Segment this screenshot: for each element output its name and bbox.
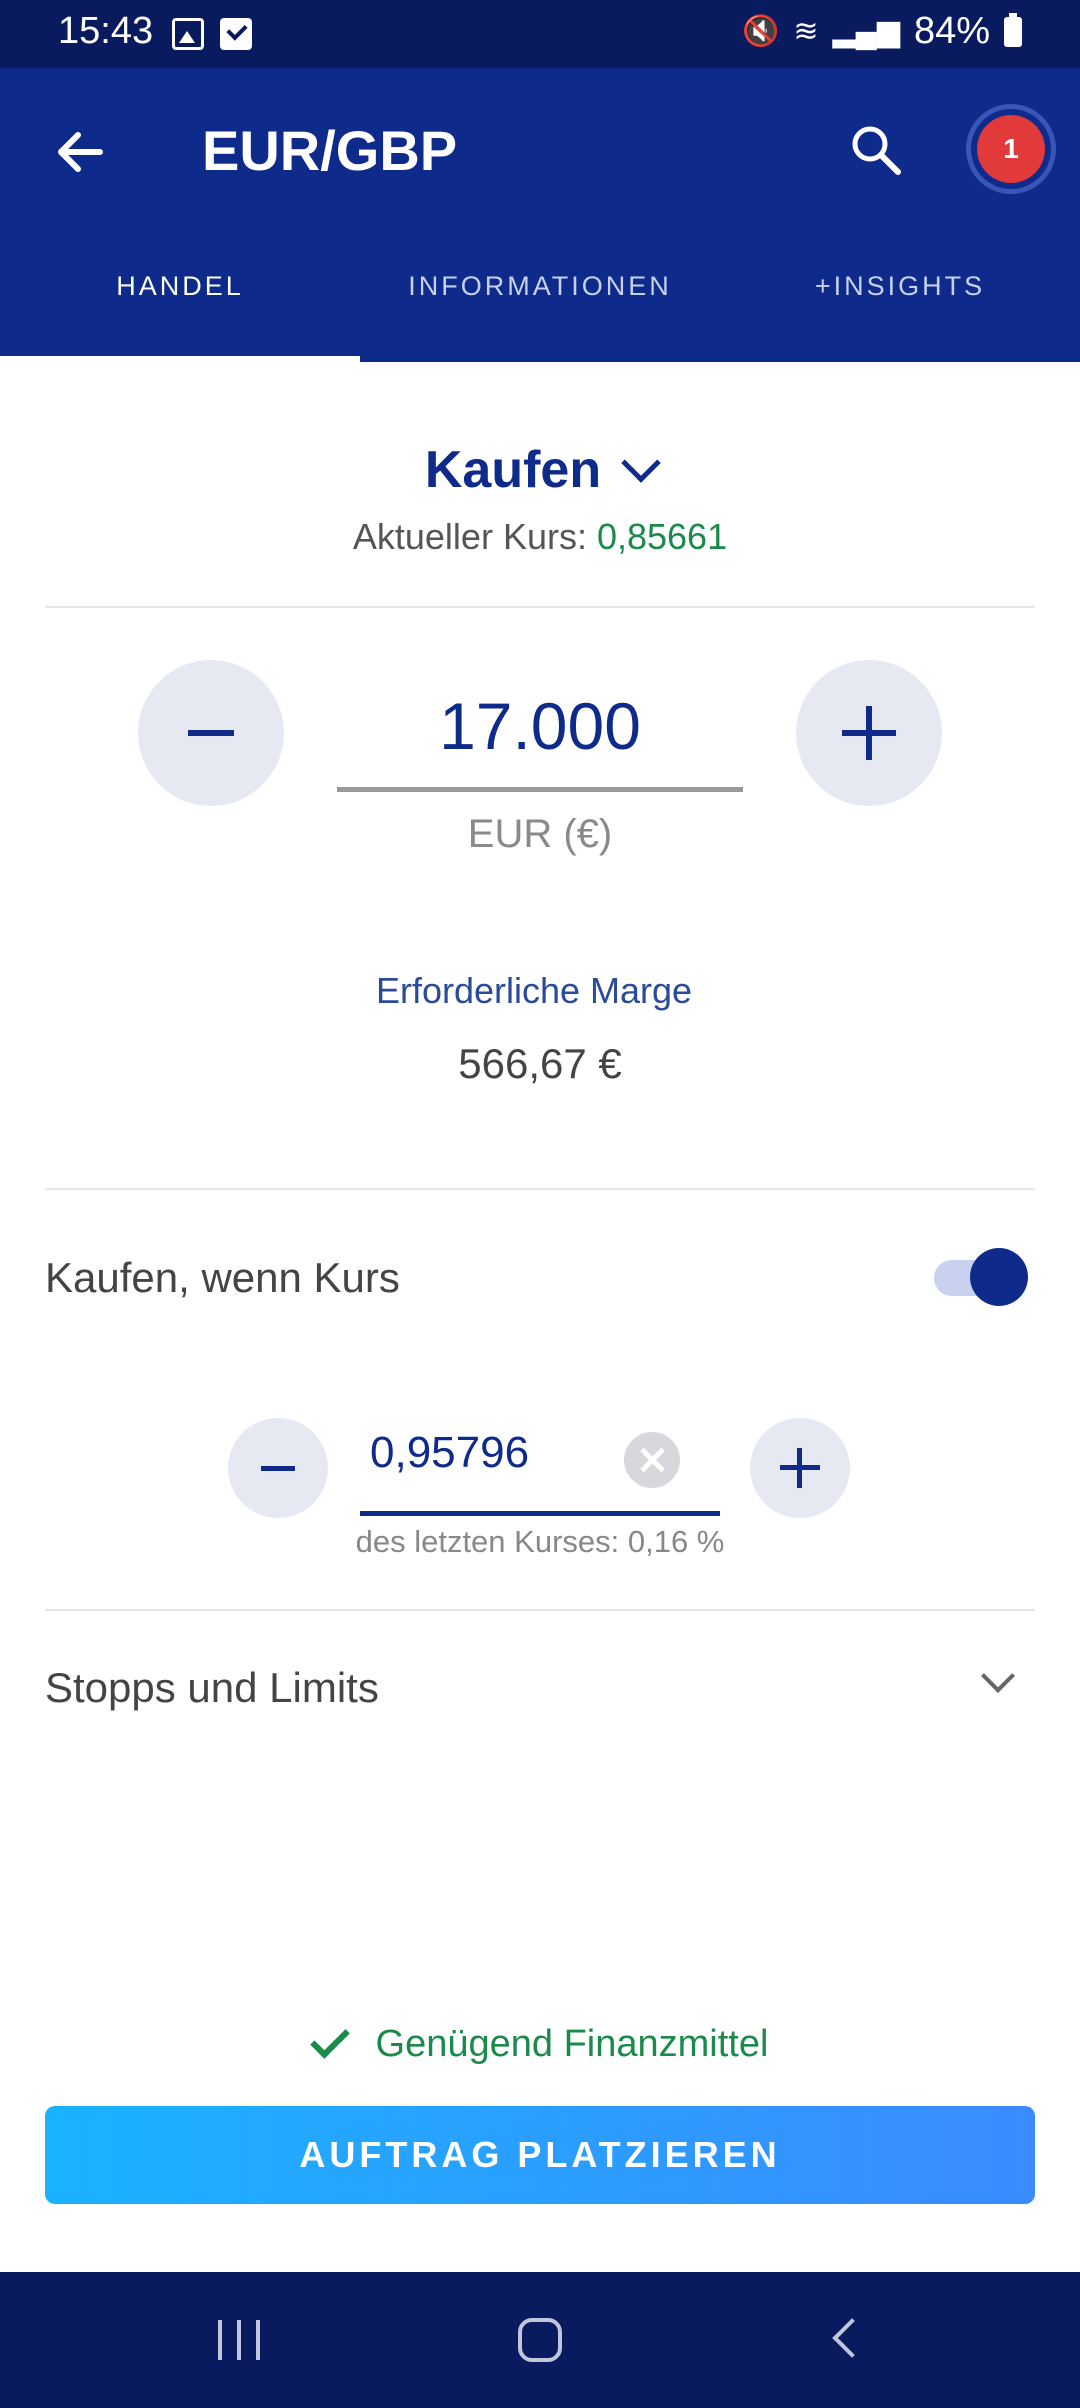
tab-bar: HANDEL INFORMATIONEN +INSIGHTS [0,230,1080,362]
margin-label: Erforderliche Marge [375,970,693,1011]
minus-icon [261,1465,295,1471]
notifications-button[interactable]: 1 [966,104,1056,194]
wifi-icon: ≋ [793,15,819,48]
funds-status-label: Genügend Finanzmittel [375,2022,769,2065]
margin-value: 566,67 € [458,1040,622,1087]
tab-insights[interactable]: +INSIGHTS [720,230,1080,362]
tab-handel[interactable]: HANDEL [0,230,360,362]
photo-icon [172,18,204,50]
current-rate-label: Aktueller Kurs: [352,516,597,557]
plus-icon [780,1448,820,1488]
limit-price-value: 0,95796 [370,1428,530,1477]
search-icon[interactable] [846,120,906,180]
nav-back-icon[interactable] [832,2318,872,2358]
place-order-button[interactable]: AUFTRAG PLATZIEREN [45,2106,1035,2204]
mute-icon: 🔇 [742,15,780,48]
direction-label: Kaufen [424,441,602,499]
status-bar: 15:43 🔇 ≋ ▂▄▆ 84% [0,0,1080,68]
current-rate-value: 0,85661 [596,516,728,557]
task-icon [220,18,252,50]
notification-count-badge: 1 [977,115,1045,183]
stops-and-limits-expander[interactable]: Stopps und Limits [0,1650,1080,1770]
divider [45,1188,1035,1190]
signal-icon: ▂▄▆ [832,15,900,48]
chevron-down-icon [981,1659,1015,1693]
amount-decrease-button[interactable] [138,660,284,806]
limit-decrease-button[interactable] [228,1418,328,1518]
direction-dropdown[interactable]: Kaufen [424,440,661,500]
home-icon[interactable] [518,2318,562,2362]
divider [45,1609,1035,1611]
tab-informationen[interactable]: INFORMATIONEN [360,230,720,362]
funds-status: Genügend Finanzmittel [0,2014,1080,2074]
direction-selector[interactable]: Kaufen [0,440,1080,500]
recents-icon[interactable] [218,2320,260,2360]
back-arrow-icon[interactable] [50,122,110,182]
chevron-down-icon [621,443,661,483]
minus-icon [188,730,234,736]
instrument-title: EUR/GBP [202,119,458,182]
amount-increase-button[interactable] [796,660,942,806]
limit-price-input[interactable]: 0,95796 [360,1420,720,1516]
stops-and-limits-label: Stopps und Limits [45,1664,379,1711]
battery-percent: 84% [913,10,990,52]
amount-currency: EUR (€) [467,812,613,856]
plus-icon [842,706,896,760]
toggle-knob [970,1248,1028,1306]
amount-input[interactable]: 17.000 [337,680,743,792]
clear-icon[interactable] [624,1432,680,1488]
status-indicators: 🔇 ≋ ▂▄▆ 84% [742,10,1022,53]
current-rate: Aktueller Kurs: 0,85661 [0,516,1080,558]
divider [45,606,1035,608]
battery-icon [1004,12,1022,47]
conditional-order-toggle[interactable] [932,1248,1028,1306]
status-time: 15:43 [58,10,154,52]
check-icon [309,2019,350,2059]
limit-hint: des letzten Kurses: 0,16 % [355,1524,725,1559]
limit-increase-button[interactable] [750,1418,850,1518]
system-nav-bar [0,2272,1080,2408]
conditional-order-label: Kaufen, wenn Kurs [45,1254,400,1301]
